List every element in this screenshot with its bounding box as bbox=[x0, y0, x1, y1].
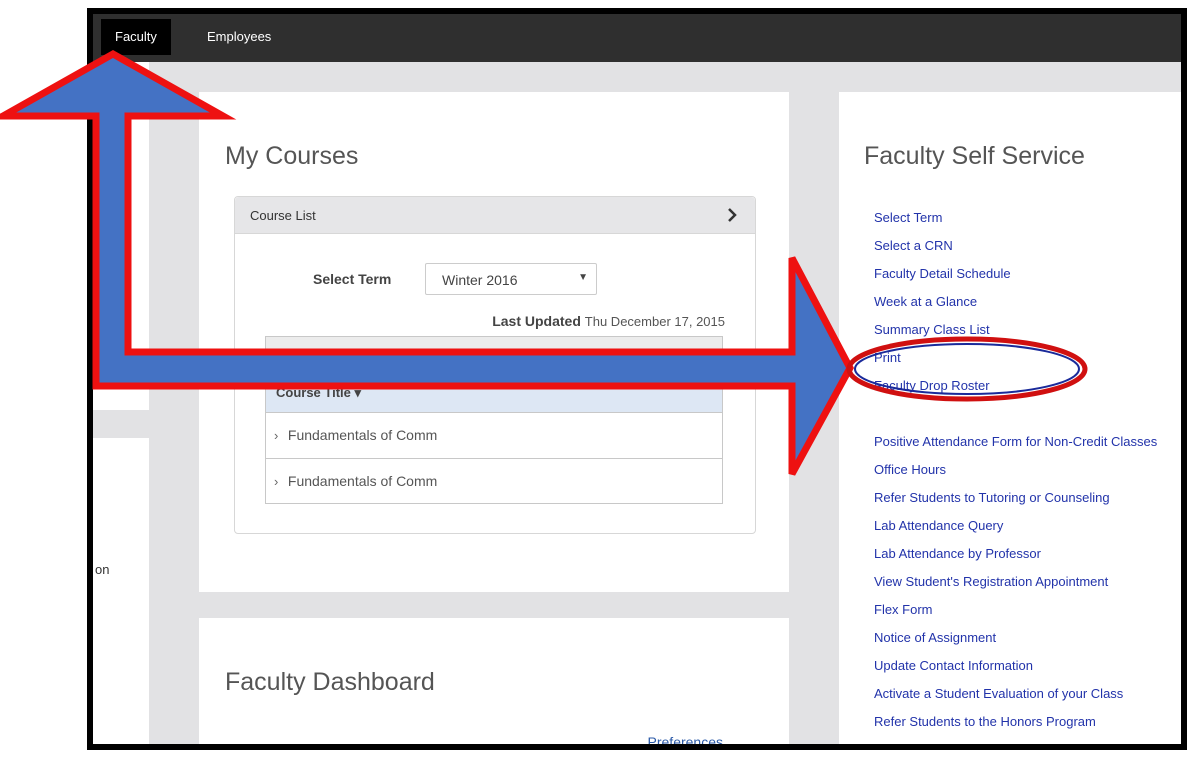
course-list-title: Course List bbox=[250, 208, 316, 223]
left-panel-top bbox=[93, 62, 149, 410]
my-courses-panel: My Courses Course List Select Term Winte… bbox=[199, 92, 789, 592]
course-title-cell: Fundamentals of Comm bbox=[287, 427, 438, 443]
link-print[interactable]: Print bbox=[874, 344, 1157, 372]
link-lab-attendance-professor[interactable]: Lab Attendance by Professor bbox=[874, 540, 1157, 568]
last-updated-date: Thu December 17, 2015 bbox=[584, 314, 725, 329]
last-updated-label: Last Updated bbox=[492, 313, 581, 329]
tab-employees[interactable]: Employees bbox=[193, 19, 285, 55]
faculty-dashboard-title: Faculty Dashboard bbox=[225, 668, 435, 696]
course-list-header[interactable]: Course List bbox=[235, 197, 755, 234]
sort-down-icon: ▾ bbox=[354, 385, 362, 400]
self-service-links: Select Term Select a CRN Faculty Detail … bbox=[874, 204, 1157, 736]
term-select-value: Winter 2016 bbox=[442, 272, 518, 288]
chevron-right-icon[interactable] bbox=[723, 206, 741, 224]
left-panel-text: on bbox=[95, 562, 110, 577]
my-courses-title: My Courses bbox=[225, 142, 359, 170]
faculty-self-service-panel: Faculty Self Service Select Term Select … bbox=[839, 92, 1181, 744]
link-positive-attendance[interactable]: Positive Attendance Form for Non-Credit … bbox=[874, 428, 1157, 456]
link-honors-program[interactable]: Refer Students to the Honors Program bbox=[874, 708, 1157, 736]
link-faculty-drop-roster[interactable]: Faculty Drop Roster bbox=[874, 372, 1157, 400]
link-office-hours[interactable]: Office Hours bbox=[874, 456, 1157, 484]
link-summary-class-list[interactable]: Summary Class List bbox=[874, 316, 1157, 344]
column-header-course-title[interactable]: Course Title ▾ bbox=[266, 374, 722, 413]
link-refer-tutoring[interactable]: Refer Students to Tutoring or Counseling bbox=[874, 484, 1157, 512]
grid-caption: Courses I'm teaching bbox=[266, 337, 722, 374]
link-week-at-a-glance[interactable]: Week at a Glance bbox=[874, 288, 1157, 316]
table-row[interactable]: › Fundamentals of Comm bbox=[266, 413, 722, 459]
select-term-label: Select Term bbox=[313, 271, 392, 287]
column-header-label: Course Title bbox=[276, 385, 351, 400]
self-service-title: Faculty Self Service bbox=[864, 142, 1085, 170]
link-flex-form[interactable]: Flex Form bbox=[874, 596, 1157, 624]
tab-faculty[interactable]: Faculty bbox=[101, 19, 171, 55]
link-activate-evaluation[interactable]: Activate a Student Evaluation of your Cl… bbox=[874, 680, 1157, 708]
link-registration-appointment[interactable]: View Student's Registration Appointment bbox=[874, 568, 1157, 596]
chevron-right-icon: › bbox=[274, 428, 279, 443]
course-title-cell: Fundamentals of Comm bbox=[287, 473, 438, 489]
link-notice-of-assignment[interactable]: Notice of Assignment bbox=[874, 624, 1157, 652]
course-list-card: Course List Select Term Winter 2016 ▼ La… bbox=[234, 196, 756, 534]
top-nav-bar: Faculty Employees bbox=[93, 14, 1181, 62]
courses-grid: Courses I'm teaching Course Title ▾ › Fu… bbox=[265, 336, 723, 504]
link-update-contact[interactable]: Update Contact Information bbox=[874, 652, 1157, 680]
link-select-term[interactable]: Select Term bbox=[874, 204, 1157, 232]
chevron-right-icon: › bbox=[274, 474, 279, 489]
preferences-link[interactable]: Preferences bbox=[648, 734, 723, 744]
last-updated: Last Updated Thu December 17, 2015 bbox=[492, 313, 725, 329]
link-select-crn[interactable]: Select a CRN bbox=[874, 232, 1157, 260]
left-panel-bottom: on bbox=[93, 438, 149, 744]
chevron-down-icon: ▼ bbox=[578, 272, 588, 283]
faculty-dashboard-panel: Faculty Dashboard Preferences bbox=[199, 618, 789, 744]
table-row[interactable]: › Fundamentals of Comm bbox=[266, 459, 722, 504]
link-obscured[interactable] bbox=[874, 400, 1157, 428]
browser-frame: Faculty Employees on My Courses Course L… bbox=[87, 8, 1187, 750]
term-select[interactable]: Winter 2016 ▼ bbox=[425, 263, 597, 295]
link-lab-attendance-query[interactable]: Lab Attendance Query bbox=[874, 512, 1157, 540]
link-faculty-detail-schedule[interactable]: Faculty Detail Schedule bbox=[874, 260, 1157, 288]
